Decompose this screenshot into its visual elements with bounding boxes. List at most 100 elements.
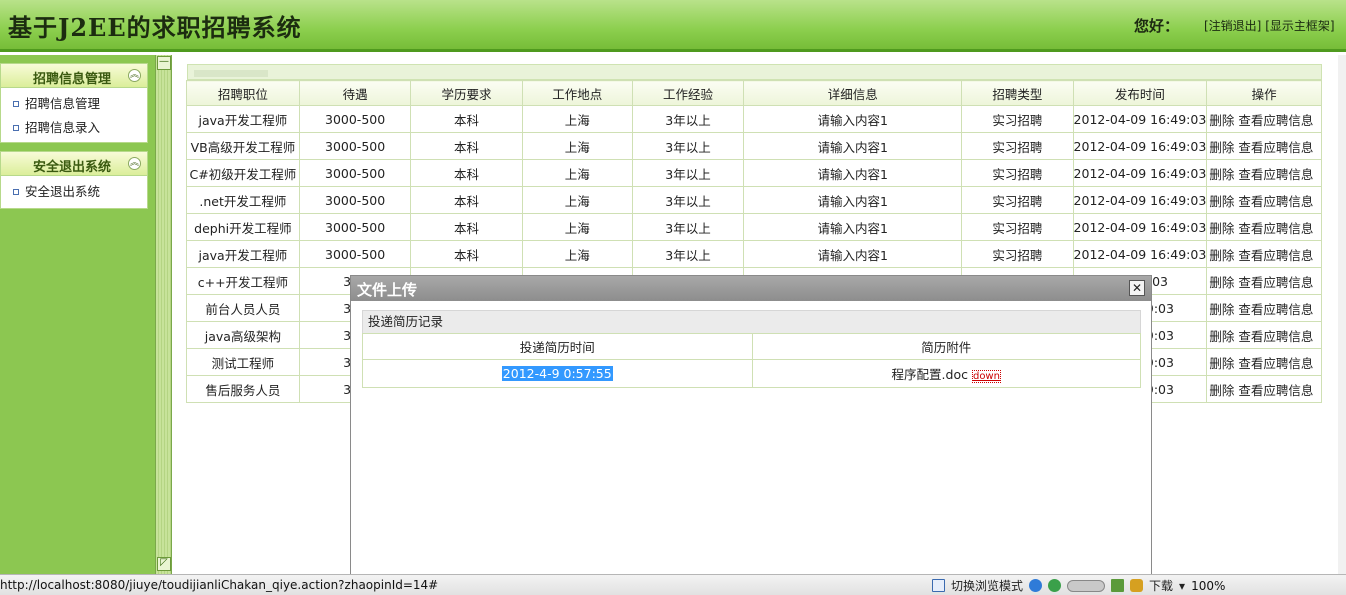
view-applications-link[interactable]: 查看应聘信息 [1238, 302, 1313, 317]
table-cell: VB高级开发工程师 [186, 132, 300, 160]
sidebar-group-header[interactable]: 安全退出系统 ︽ [1, 152, 147, 176]
column-header: 待遇 [298, 80, 412, 106]
table-row: C#初级开发工程师 3000-500 本科 上海 3年以上 请输入内容1 实习招聘 2012-… [186, 159, 1322, 187]
logout-link[interactable]: [注销退出] [1204, 19, 1261, 33]
show-frame-link[interactable]: [显示主框架] [1265, 19, 1334, 33]
sidebar: 招聘信息管理 ︽ 招聘信息管理 招聘信息录入 安全退出系统 ︽ 安全退出系统 [0, 55, 155, 574]
zoom-level[interactable]: 100% [1191, 579, 1225, 593]
toggle-icon[interactable] [1067, 579, 1106, 592]
view-applications-link[interactable]: 查看应聘信息 [1238, 167, 1313, 182]
record-caption: 投递简历记录 [362, 310, 1141, 334]
table-cell: 3年以上 [631, 213, 745, 241]
sidebar-item-recruit-entry[interactable]: 招聘信息录入 [1, 116, 147, 140]
column-header: 学历要求 [410, 80, 523, 106]
table-row: 2012-4-9 0:57:55 程序配置.doc down [362, 359, 1141, 388]
sidebar-group-header[interactable]: 招聘信息管理 ︽ [1, 64, 147, 88]
table-cell: 上海 [521, 213, 633, 241]
collapse-bottom-icon[interactable]: ◸ [157, 557, 171, 571]
delete-link[interactable]: 删除 [1209, 275, 1234, 290]
table-cell: 本科 [410, 240, 523, 268]
app-title: 基于J2EE的求职招聘系统 [8, 13, 302, 42]
collapse-top-icon[interactable]: — [157, 56, 171, 70]
table-cell: 2012-04-09 16:49:03 [1072, 159, 1208, 187]
table-cell: 3年以上 [631, 240, 745, 268]
view-applications-link[interactable]: 查看应聘信息 [1238, 356, 1313, 371]
table-cell: 请输入内容1 [743, 132, 963, 160]
sidebar-item-exit[interactable]: 安全退出系统 [1, 180, 147, 204]
table-cell: 3000-500 [298, 240, 412, 268]
delete-link[interactable]: 删除 [1209, 113, 1234, 128]
table-cell: 上海 [521, 186, 633, 214]
column-header: 简历附件 [751, 333, 1141, 360]
close-icon[interactable]: ✕ [1129, 280, 1145, 296]
table-cell: .net开发工程师 [186, 186, 300, 214]
table-cell: 3000-500 [298, 159, 412, 187]
table-cell: C#初级开发工程师 [186, 159, 300, 187]
table-cell: 本科 [410, 105, 523, 133]
submit-time-cell: 2012-4-9 0:57:55 [362, 359, 753, 388]
table-cell: 前台人员人员 [186, 294, 300, 322]
delete-link[interactable]: 删除 [1209, 167, 1234, 182]
dialog-title-bar[interactable]: 文件上传 ✕ [351, 276, 1151, 301]
column-header: 发布时间 [1072, 80, 1208, 106]
delete-link[interactable]: 删除 [1209, 194, 1234, 209]
browse-mode-label[interactable]: 切换浏览模式 [951, 577, 1023, 594]
delete-link[interactable]: 删除 [1209, 383, 1234, 398]
delete-link[interactable]: 删除 [1209, 221, 1234, 236]
table-header-row: 投递简历时间 简历附件 [362, 333, 1141, 360]
table-row: dephi开发工程师 3000-500 本科 上海 3年以上 请输入内容1 实习招聘 2012… [186, 213, 1322, 241]
table-cell: 请输入内容1 [743, 159, 963, 187]
delete-link[interactable]: 删除 [1209, 140, 1234, 155]
table-cell: 实习招聘 [961, 132, 1074, 160]
view-applications-link[interactable]: 查看应聘信息 [1238, 383, 1313, 398]
attachment-cell: 程序配置.doc down [751, 359, 1141, 388]
table-cell: 本科 [410, 132, 523, 160]
table-cell: 请输入内容1 [743, 213, 963, 241]
table-cell: dephi开发工程师 [186, 213, 300, 241]
view-applications-link[interactable]: 查看应聘信息 [1238, 221, 1313, 236]
download-link[interactable]: down [971, 370, 1001, 383]
table-cell: 2012-04-09 16:49:03 [1072, 105, 1208, 133]
attachment-filename: 程序配置.doc [891, 367, 968, 382]
operations-cell: 删除 查看应聘信息 [1206, 105, 1322, 133]
download-label[interactable]: 下载 [1149, 577, 1173, 594]
ie-icon[interactable] [1029, 579, 1043, 592]
table-cell: 上海 [521, 132, 633, 160]
chevron-up-icon[interactable]: ︽ [128, 157, 141, 170]
delete-link[interactable]: 删除 [1209, 356, 1234, 371]
globe-icon[interactable] [1048, 579, 1062, 592]
grid-icon[interactable] [1111, 579, 1125, 592]
view-applications-link[interactable]: 查看应聘信息 [1238, 329, 1313, 344]
table-cell: 请输入内容1 [743, 240, 963, 268]
sidebar-item-recruit-manage[interactable]: 招聘信息管理 [1, 92, 147, 116]
operations-cell: 删除 查看应聘信息 [1206, 348, 1322, 376]
delete-link[interactable]: 删除 [1209, 248, 1234, 263]
shield-icon[interactable] [1130, 579, 1144, 592]
view-applications-link[interactable]: 查看应聘信息 [1238, 275, 1313, 290]
table-row: .net开发工程师 3000-500 本科 上海 3年以上 请输入内容1 实习招聘 2012-… [186, 186, 1322, 214]
delete-link[interactable]: 删除 [1209, 302, 1234, 317]
table-row: VB高级开发工程师 3000-500 本科 上海 3年以上 请输入内容1 实习招聘 2012-… [186, 132, 1322, 160]
browse-mode-icon[interactable] [932, 579, 945, 592]
operations-cell: 删除 查看应聘信息 [1206, 321, 1322, 349]
app-header: 基于J2EE的求职招聘系统 您好： [注销退出] [显示主框架] [0, 0, 1346, 52]
table-cell: 2012-04-09 16:49:03 [1072, 240, 1208, 268]
operations-cell: 删除 查看应聘信息 [1206, 267, 1322, 295]
chevron-down-icon[interactable]: ▾ [1179, 579, 1185, 593]
delete-link[interactable]: 删除 [1209, 329, 1234, 344]
view-applications-link[interactable]: 查看应聘信息 [1238, 140, 1313, 155]
chevron-up-icon[interactable]: ︽ [128, 69, 141, 82]
table-cell: 请输入内容1 [743, 105, 963, 133]
vertical-scrollbar[interactable] [1338, 55, 1346, 574]
table-cell: 3年以上 [631, 186, 745, 214]
table-cell: 本科 [410, 213, 523, 241]
sidebar-item-label: 招聘信息管理 [25, 96, 101, 111]
sidebar-group-title: 招聘信息管理 [33, 72, 112, 87]
view-applications-link[interactable]: 查看应聘信息 [1238, 113, 1313, 128]
view-applications-link[interactable]: 查看应聘信息 [1238, 248, 1313, 263]
header-links: [注销退出] [显示主框架] [1204, 17, 1335, 34]
dialog-title: 文件上传 [357, 281, 418, 299]
frame-splitter[interactable]: — ◸ [155, 55, 172, 574]
view-applications-link[interactable]: 查看应聘信息 [1238, 194, 1313, 209]
sidebar-group-title: 安全退出系统 [33, 160, 112, 175]
